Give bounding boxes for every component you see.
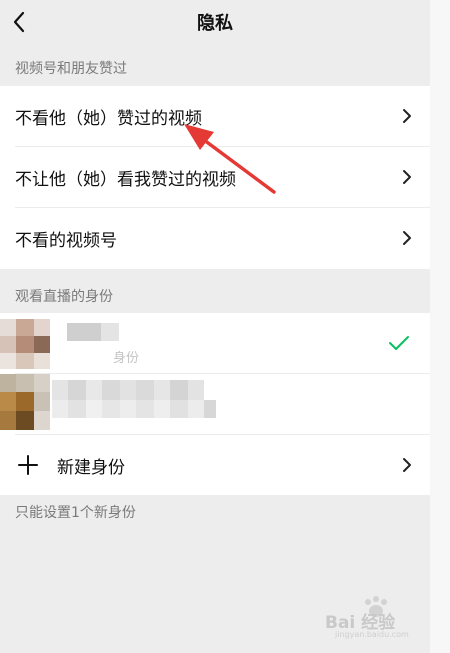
identity-limit-note: 只能设置1个新身份 xyxy=(15,505,136,521)
page-title: 隐私 xyxy=(197,13,233,34)
avatar xyxy=(0,374,220,434)
watermark: Bai 经验 jingyan.baidu.com xyxy=(325,596,430,641)
check-icon xyxy=(389,336,409,350)
chevron-right-icon xyxy=(403,458,411,472)
avatar xyxy=(0,319,60,373)
chevron-right-icon xyxy=(403,170,411,184)
live-identity-card: 身份 新建身份 xyxy=(0,313,430,495)
identity-name-blur xyxy=(67,323,127,347)
identity-option-1[interactable]: 身份 xyxy=(0,313,430,374)
chevron-right-icon xyxy=(403,109,411,123)
identity-name: 身份 xyxy=(113,351,140,366)
privacy-screen: 隐私 视频号和朋友赞过 不看他（她）赞过的视频 不让他（她）看我赞过的视频 不看… xyxy=(0,0,430,653)
chevron-right-icon xyxy=(403,231,411,245)
section-label-live-identity: 观看直播的身份 xyxy=(15,289,113,305)
list-item-label: 不看的视频号 xyxy=(15,231,117,251)
navigation-bar: 隐私 xyxy=(0,0,430,46)
list-item-blocked-channels[interactable]: 不看的视频号 xyxy=(0,208,430,269)
new-identity-label: 新建身份 xyxy=(57,458,125,478)
identity-option-2[interactable] xyxy=(0,374,430,435)
watermark-url: jingyan.baidu.com xyxy=(335,630,409,639)
right-margin xyxy=(430,0,450,653)
section-label-likes: 视频号和朋友赞过 xyxy=(15,61,127,77)
plus-icon xyxy=(18,455,38,475)
annotation-arrow-icon xyxy=(184,124,276,194)
new-identity-button[interactable]: 新建身份 xyxy=(0,435,430,496)
